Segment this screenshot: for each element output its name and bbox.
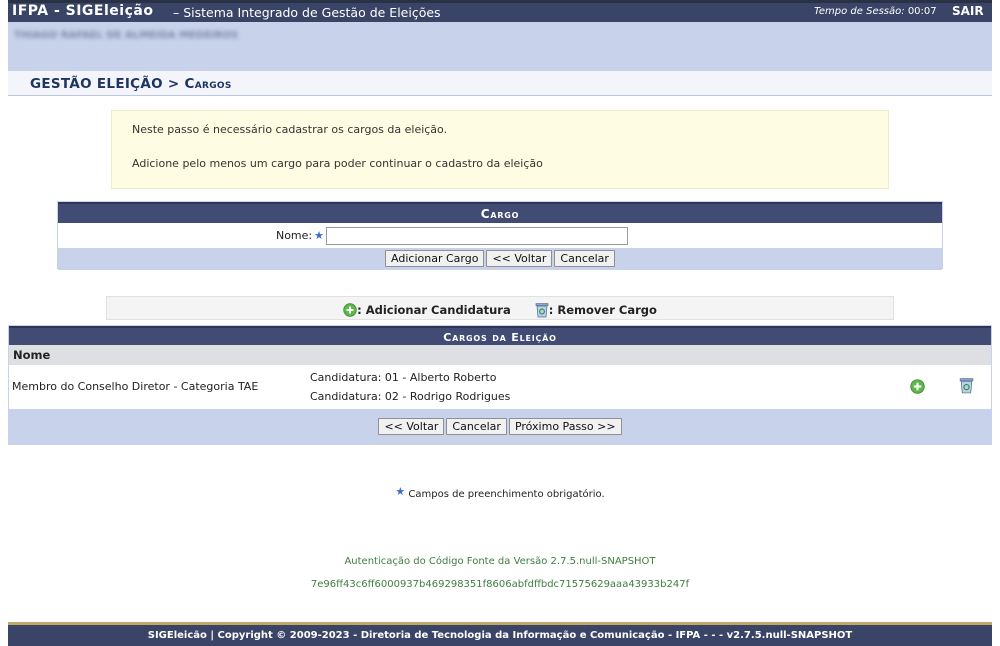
back-button[interactable]: << Voltar	[378, 418, 445, 435]
session-time: 00:07	[907, 6, 937, 17]
green-plus-icon	[343, 303, 357, 317]
cargo-name: Membro do Conselho Diretor - Categoria T…	[12, 380, 259, 393]
session-timer: Tempo de Sessão: 00:07	[814, 6, 937, 17]
breadcrumb-page: Cargos	[184, 76, 232, 92]
cargo-form-caption: Cargo	[58, 202, 942, 223]
recycle-bin-icon	[535, 302, 549, 318]
notice-line-2: Adicione pelo menos um cargo para poder …	[132, 157, 543, 170]
column-header-nome: Nome	[9, 345, 991, 365]
breadcrumb-section: GESTÃO ELEIÇÃO	[30, 76, 163, 92]
breadcrumb-separator: >	[162, 76, 185, 92]
page-title: GESTÃO ELEIÇÃO > Cargos	[30, 76, 232, 92]
add-cargo-button[interactable]: Adicionar Cargo	[385, 250, 485, 267]
icon-legend: : Adicionar Candidatura : Remover Cargo	[106, 296, 894, 320]
footer: SIGEleicão | Copyright © 2009-2023 - Dir…	[8, 622, 992, 646]
required-star-icon: ★	[314, 229, 324, 242]
cargos-table: Cargos da Eleição Nome Membro do Conselh…	[8, 325, 992, 445]
cargo-form-actions: Adicionar Cargo << Voltar Cancelar	[58, 248, 942, 270]
cancel-button[interactable]: Cancelar	[554, 250, 615, 267]
app-name: IFPA - SIGEleição	[12, 3, 154, 19]
notice-line-1: Neste passo é necessário cadastrar os ca…	[132, 123, 448, 136]
user-info-band: THIAGO RAFAEL DE ALMEIDA MEDEIROS	[8, 22, 992, 71]
required-note: ★ Campos de preenchimento obrigatório.	[0, 485, 1000, 500]
session-label: Tempo de Sessão:	[814, 6, 905, 17]
top-bar: IFPA - SIGEleição – Sistema Integrado de…	[8, 0, 992, 22]
required-star-icon: ★	[395, 485, 406, 498]
cancel-button[interactable]: Cancelar	[446, 418, 507, 435]
cargos-actions: << Voltar Cancelar Próximo Passo >>	[9, 409, 991, 445]
next-step-button[interactable]: Próximo Passo >>	[508, 418, 622, 435]
app-subtitle: – Sistema Integrado de Gestão de Eleiçõe…	[173, 5, 441, 20]
remove-cargo-icon[interactable]	[959, 377, 974, 397]
table-row: Membro do Conselho Diretor - Categoria T…	[9, 365, 991, 409]
name-label-text: Nome:	[275, 229, 313, 242]
auth-version: Autenticação do Código Fonte da Versão 2…	[344, 556, 656, 567]
candidatura-item: Candidatura: 01 - Alberto Roberto	[310, 371, 497, 384]
name-row: Nome: ★	[58, 223, 942, 248]
candidatura-item: Candidatura: 02 - Rodrigo Rodrigues	[310, 390, 511, 403]
cargo-name-input[interactable]	[326, 227, 628, 245]
legend-remove-label: : Remover Cargo	[548, 303, 657, 317]
auth-hash: 7e96ff43c6ff6000937b469298351f8606abfdff…	[310, 579, 690, 590]
legend-add-label: : Adicionar Candidatura	[357, 303, 511, 317]
info-notice: Neste passo é necessário cadastrar os ca…	[111, 110, 889, 189]
name-label: Nome: ★	[58, 229, 324, 242]
breadcrumb: GESTÃO ELEIÇÃO > Cargos	[8, 71, 992, 96]
required-note-text: Campos de preenchimento obrigatório.	[408, 489, 605, 500]
user-name: THIAGO RAFAEL DE ALMEIDA MEDEIROS	[14, 30, 239, 41]
back-button[interactable]: << Voltar	[486, 250, 553, 267]
logout-link[interactable]: SAIR	[952, 4, 984, 18]
cargo-form: Cargo Nome: ★ Adicionar Cargo << Voltar Can…	[57, 201, 943, 270]
add-candidacy-icon[interactable]	[910, 379, 925, 397]
cargos-table-caption: Cargos da Eleição	[9, 326, 991, 345]
